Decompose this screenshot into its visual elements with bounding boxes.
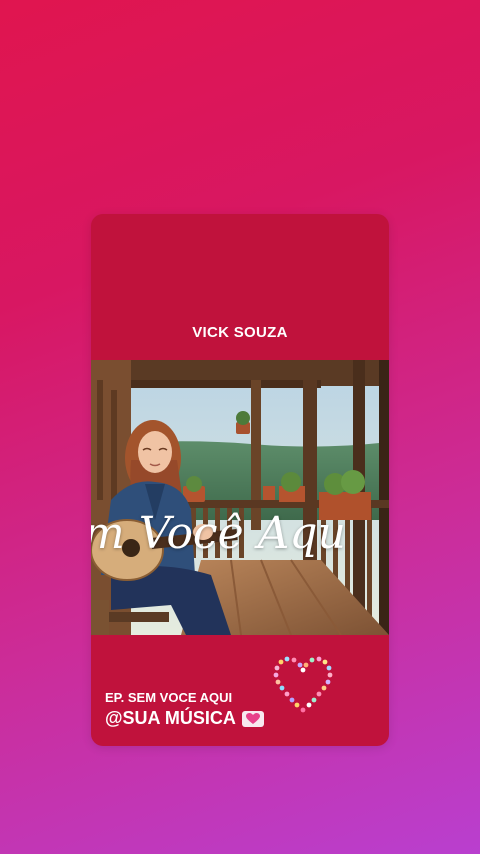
sua-musica-sticker[interactable]: @SUA MÚSICA xyxy=(105,708,264,729)
album-cover[interactable]: m Você Aqu xyxy=(91,360,389,635)
heart-sticker-icon[interactable] xyxy=(267,654,339,725)
ep-label: EP. SEM VOCE AQUI xyxy=(105,690,233,705)
story-card[interactable]: VICK SOUZA m Você Aqu EP. SEM VOCE AQUI … xyxy=(91,214,389,746)
sua-musica-text: @SUA MÚSICA xyxy=(105,708,236,728)
cover-illustration xyxy=(91,360,389,635)
artist-name: VICK SOUZA xyxy=(192,324,288,341)
cover-title: m Você Aqu xyxy=(91,508,346,559)
heart-emoji-icon xyxy=(241,710,264,727)
